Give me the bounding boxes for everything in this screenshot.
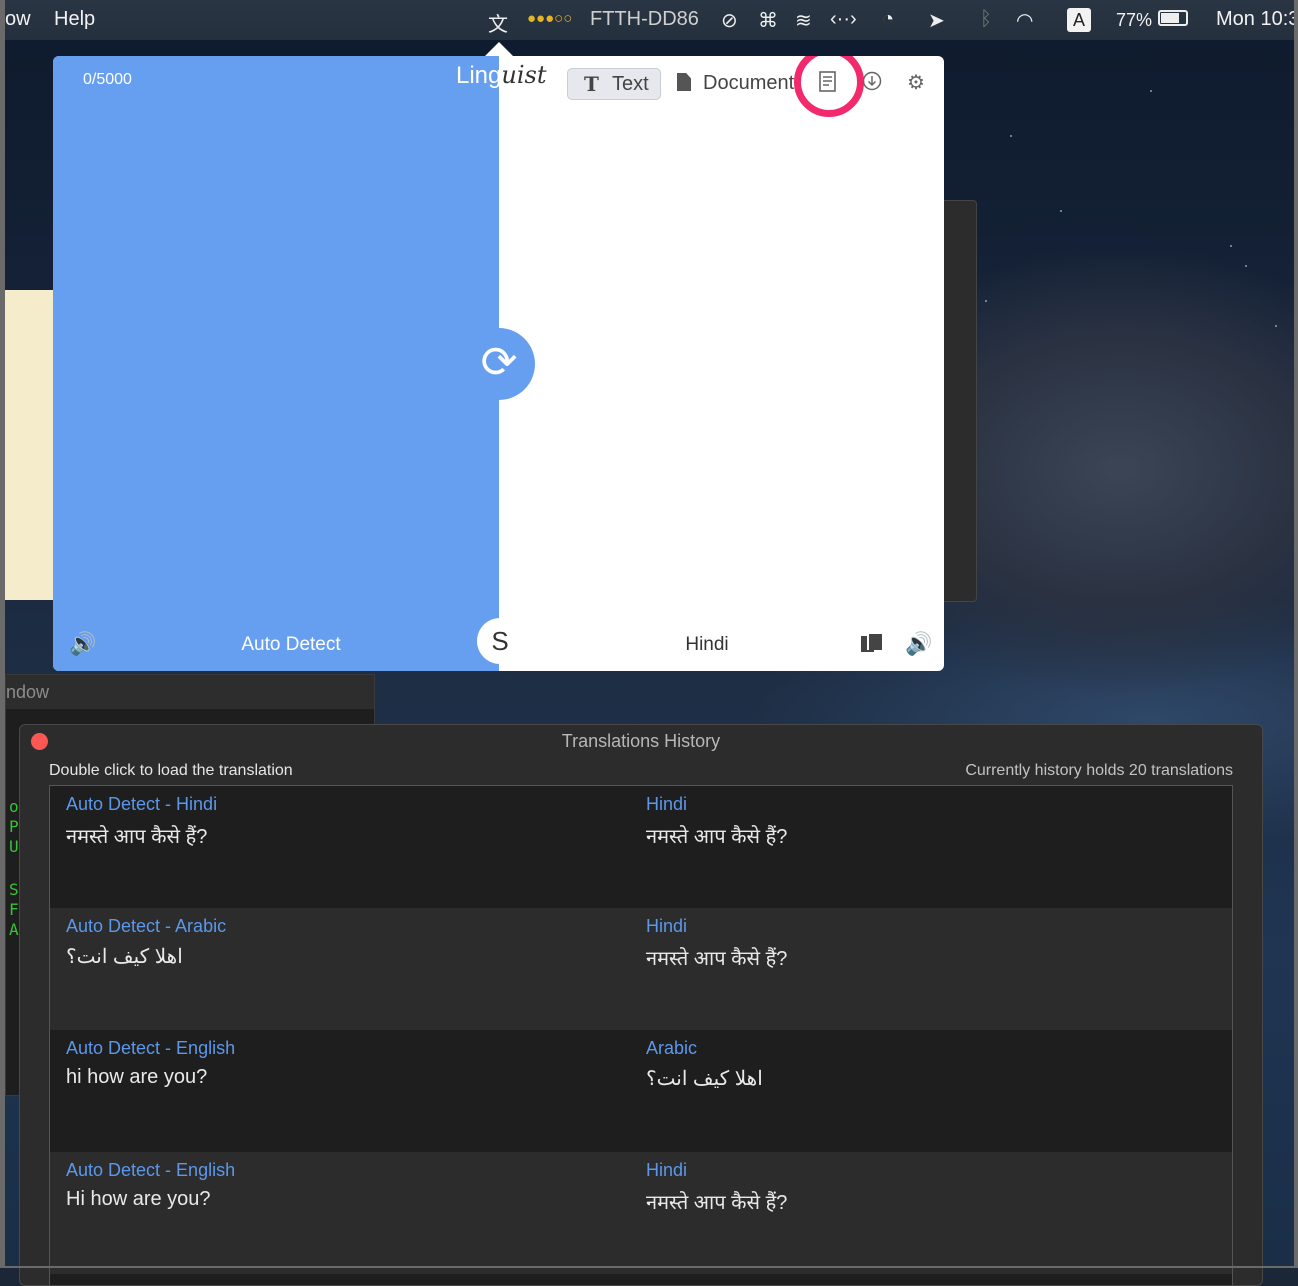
clock[interactable]: Mon 10:3 xyxy=(1216,8,1298,31)
target-text: اهلا كيف انت؟ xyxy=(646,1068,763,1090)
history-row[interactable]: Auto Detect - Hindi नमस्ते आप कैसे हैं? H… xyxy=(50,786,1232,908)
source-language-label: Auto Detect - English xyxy=(66,1160,236,1180)
target-text: नमस्ते आप कैसे हैं? xyxy=(646,826,788,848)
source-language-selector[interactable]: Auto Detect xyxy=(53,634,529,656)
source-text: اهلا كيف انت؟ xyxy=(66,946,183,968)
command-icon[interactable]: ⌘ xyxy=(758,8,778,33)
app-logo: Linguist xyxy=(456,61,546,90)
speedometer-icon[interactable]: ◔ xyxy=(882,8,894,31)
target-language-label: Hindi xyxy=(646,794,688,814)
history-row[interactable]: Auto Detect - Arabic اهلا كيف انت؟ Hindi न… xyxy=(50,908,1232,1030)
history-list[interactable]: Auto Detect - Hindi नमस्ते आप कैसे हैं? H… xyxy=(49,785,1233,1285)
target-text: नमस्ते आप कैसे हैं? xyxy=(646,1192,788,1214)
translations-history-window: Translations History Double click to loa… xyxy=(19,724,1263,1286)
source-language-label: Auto Detect - English xyxy=(66,1038,236,1058)
target-language-label: Hindi xyxy=(646,1160,688,1180)
feed-icon[interactable]: ≋ xyxy=(795,8,812,33)
copy-icon[interactable] xyxy=(861,634,882,654)
source-text: नमस्ते आप कैसे हैं? xyxy=(66,826,208,848)
target-language-label: Arabic xyxy=(646,1038,698,1058)
menu-window[interactable]: ow xyxy=(5,8,31,31)
forward-arrow-icon[interactable]: ➤ xyxy=(928,8,945,33)
swap-languages-icon[interactable]: ⟳ xyxy=(463,328,535,400)
background-notes-window xyxy=(5,290,56,600)
wifi-icon[interactable]: ◠ xyxy=(1016,8,1033,33)
arrows-icon[interactable]: ‹··› xyxy=(830,8,857,31)
history-hint: Double click to load the translation xyxy=(49,762,293,779)
linguist-popover: 0/5000 🔊 Linguist T Text Document ⚙ ⟳ S … xyxy=(53,56,944,671)
logo-dark: uist xyxy=(501,61,547,89)
target-language-label: Hindi xyxy=(646,916,688,936)
history-count: Currently history holds 20 translations xyxy=(965,762,1233,779)
tab-document-label: Document xyxy=(703,72,795,94)
tab-text-label: Text xyxy=(612,73,649,95)
popover-arrow xyxy=(485,42,513,56)
bluetooth-icon[interactable]: ᛒ xyxy=(980,8,992,31)
history-row[interactable]: Auto Detect - English hi how are you? Ara… xyxy=(50,1030,1232,1152)
input-source-icon[interactable]: A xyxy=(1067,8,1091,32)
battery-percent[interactable]: 77% xyxy=(1116,10,1152,31)
translate-icon[interactable]: 文 xyxy=(488,8,508,37)
gear-icon[interactable]: ⚙ xyxy=(904,71,928,95)
target-language-selector[interactable]: Hindi xyxy=(499,634,915,656)
link-icon[interactable]: ⊘ xyxy=(721,8,738,33)
text-icon: T xyxy=(584,72,599,96)
wifi-network-name[interactable]: FTTH-DD86 xyxy=(590,8,699,31)
menu-help[interactable]: Help xyxy=(54,8,95,31)
history-row[interactable]: Auto Detect - English Hi how are you? Hin… xyxy=(50,1152,1232,1274)
character-count: 0/5000 xyxy=(83,71,132,88)
target-speaker-icon[interactable]: 🔊 xyxy=(905,631,932,657)
terminal-title: ndow xyxy=(6,675,374,709)
source-language-label: Auto Detect - Arabic xyxy=(66,916,227,936)
source-language-label: Auto Detect - Hindi xyxy=(66,794,218,814)
battery-icon[interactable] xyxy=(1158,10,1188,26)
highlight-ring xyxy=(794,56,864,117)
wifi-signal-dots: ●●●○○ xyxy=(527,10,573,27)
target-text: नमस्ते आप कैसे हैं? xyxy=(646,948,788,970)
document-icon xyxy=(677,73,691,91)
menu-bar: ow Help 文 ●●●○○ FTTH-DD86 ⊘ ⌘ ≋ ‹··› ◔ ➤… xyxy=(0,0,1298,40)
tab-text[interactable]: T Text xyxy=(567,68,661,100)
source-text: hi how are you? xyxy=(66,1066,208,1088)
window-title: Translations History xyxy=(561,731,721,751)
source-text: Hi how are you? xyxy=(66,1188,211,1210)
logo-light: Ling xyxy=(456,62,502,89)
download-icon[interactable] xyxy=(860,71,884,95)
source-text-pane[interactable]: 0/5000 🔊 xyxy=(53,56,499,671)
